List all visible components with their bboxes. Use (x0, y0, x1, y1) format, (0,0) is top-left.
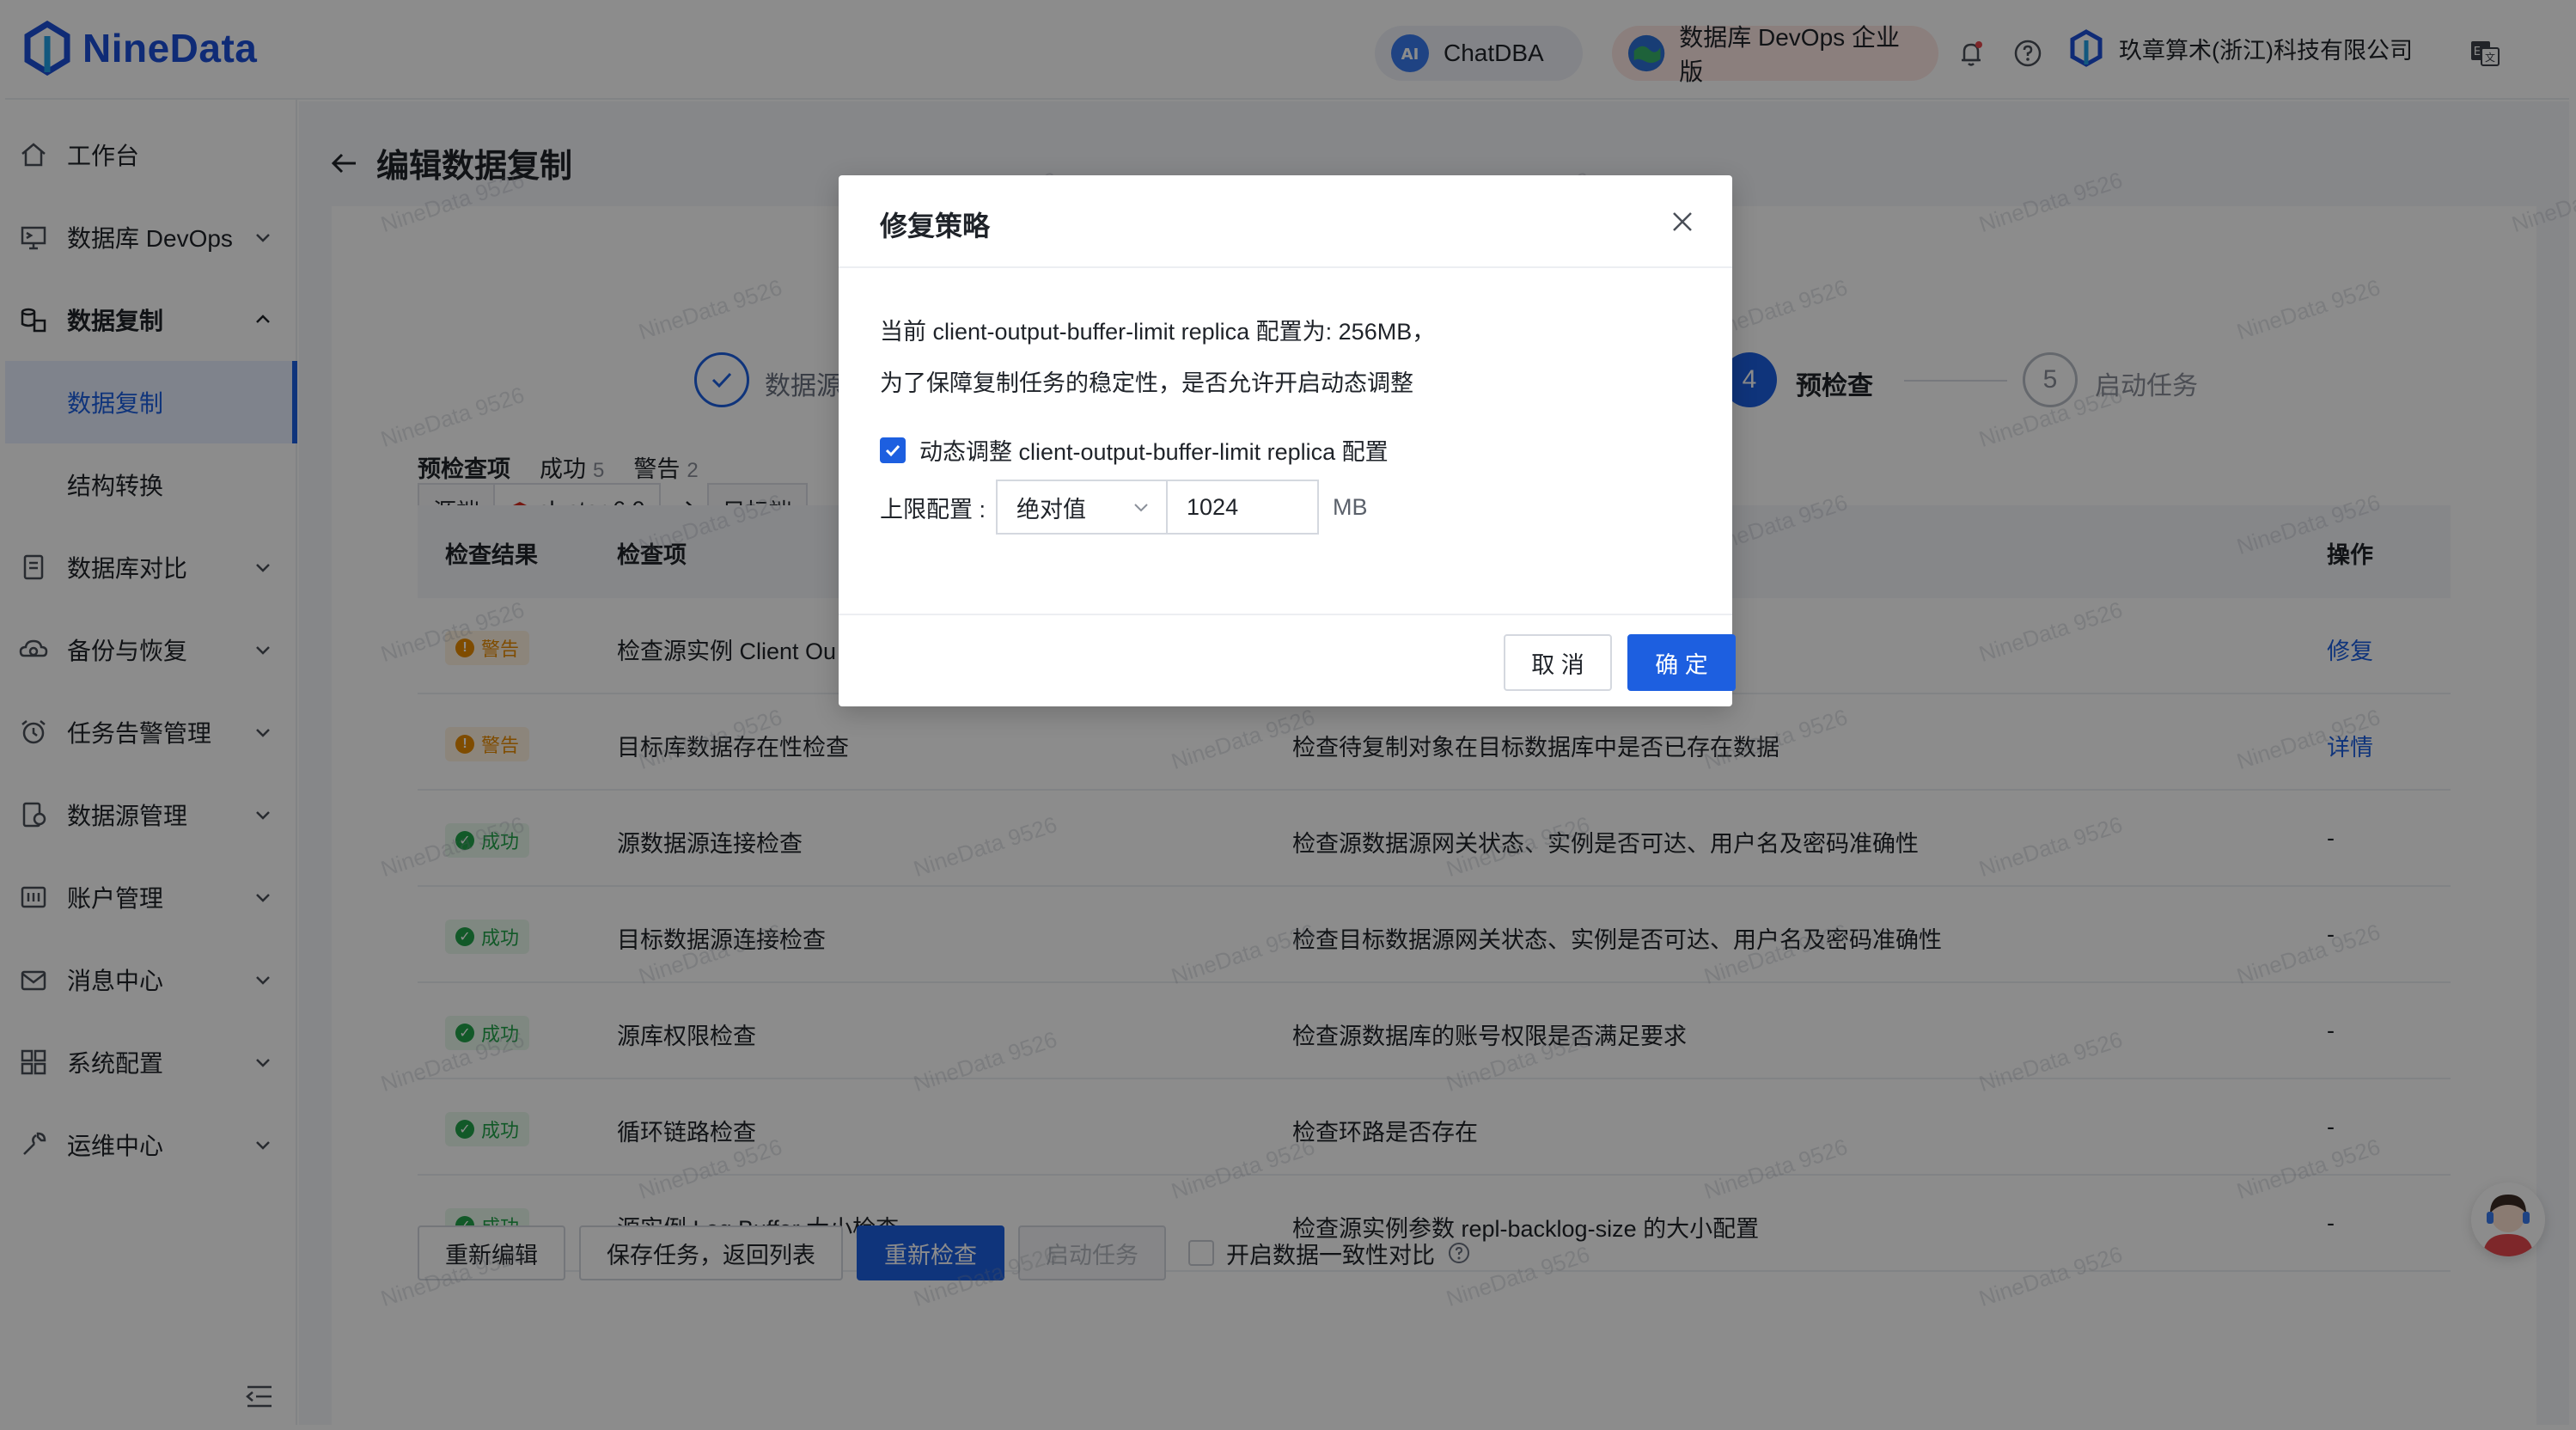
confirm-button[interactable]: 确 定 (1627, 634, 1736, 691)
limit-config-row: 上限配置 : 绝对值 1024 MB (880, 480, 1368, 535)
dynamic-adjust-checkbox[interactable] (880, 437, 906, 463)
dialog-title: 修复策略 (880, 211, 991, 241)
dialog-message-line1: 当前 client-output-buffer-limit replica 配置… (880, 319, 1436, 345)
limit-value-input[interactable]: 1024 (1168, 480, 1320, 535)
limit-label: 上限配置 : (880, 496, 986, 522)
cancel-button[interactable]: 取 消 (1504, 634, 1612, 691)
dynamic-adjust-label: 动态调整 client-output-buffer-limit replica … (919, 439, 1389, 465)
dynamic-adjust-option[interactable]: 动态调整 client-output-buffer-limit replica … (880, 433, 1389, 467)
limit-type-select[interactable]: 绝对值 (996, 480, 1169, 535)
checkmark-icon (885, 444, 900, 456)
chevron-down-icon (1134, 504, 1148, 512)
dialog-footer: 取 消 确 定 (839, 614, 1736, 706)
limit-value-text: 1024 (1187, 493, 1239, 520)
close-icon[interactable] (1667, 206, 1698, 237)
dialog-header: 修复策略 (839, 175, 1732, 268)
limit-unit: MB (1333, 493, 1368, 520)
limit-type-value: 绝对值 (1016, 496, 1087, 522)
dialog-message-line2: 为了保障复制任务的稳定性，是否允许开启动态调整 (880, 370, 1413, 396)
repair-strategy-dialog: 修复策略 当前 client-output-buffer-limit repli… (839, 175, 1736, 706)
